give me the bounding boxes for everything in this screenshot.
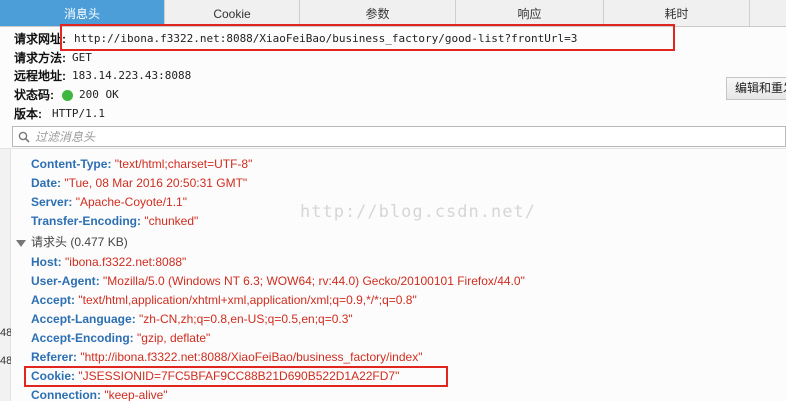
status-label: 状态码: bbox=[14, 88, 54, 102]
request-header-row[interactable]: Accept: "text/html,application/xhtml+xml… bbox=[31, 291, 417, 310]
response-header-row[interactable]: Content-Type: "text/html;charset=UTF-8" bbox=[31, 155, 252, 174]
search-icon bbox=[13, 127, 35, 146]
watermark: http://blog.csdn.net/ bbox=[300, 202, 536, 222]
header-value: "keep-alive" bbox=[104, 388, 168, 401]
header-value: "gzip, deflate" bbox=[137, 331, 211, 345]
header-value: "chunked" bbox=[144, 214, 199, 228]
remote-address-label: 远程地址: bbox=[14, 69, 66, 83]
filter-headers-input[interactable] bbox=[35, 129, 735, 144]
header-value: "zh-CN,zh;q=0.8,en-US;q=0.5,en;q=0.3" bbox=[139, 312, 353, 326]
header-value: "text/html;charset=UTF-8" bbox=[114, 157, 253, 171]
version-row: 版本: HTTP/1.1 bbox=[14, 105, 105, 123]
request-header-row[interactable]: Referer: "http://ibona.f3322.net:8088/Xi… bbox=[31, 348, 422, 367]
request-header-row[interactable]: Connection: "keep-alive" bbox=[31, 386, 168, 401]
left-gutter: 48 48 bbox=[0, 149, 11, 401]
tab-params[interactable]: 参数 bbox=[300, 0, 456, 26]
tab-headers[interactable]: 消息头 bbox=[0, 0, 165, 26]
header-name: Date bbox=[31, 176, 58, 190]
cookie-highlight-box bbox=[24, 366, 448, 387]
header-name: Accept bbox=[31, 293, 72, 307]
filter-headers-box bbox=[12, 126, 786, 147]
tab-cookies[interactable]: Cookie bbox=[165, 0, 300, 26]
response-header-row[interactable]: Date: "Tue, 08 Mar 2016 20:50:31 GMT" bbox=[31, 174, 247, 193]
header-name: Host bbox=[31, 255, 58, 269]
request-header-row[interactable]: Host: "ibona.f3322.net:8088" bbox=[31, 253, 186, 272]
response-header-row[interactable]: Transfer-Encoding: "chunked" bbox=[31, 212, 198, 231]
header-name: Transfer-Encoding bbox=[31, 214, 138, 228]
version-value: HTTP/1.1 bbox=[52, 107, 105, 120]
request-header-row[interactable]: Accept-Language: "zh-CN,zh;q=0.8,en-US;q… bbox=[31, 310, 353, 329]
method-row: 请求方法: GET bbox=[14, 49, 92, 67]
status-row: 状态码: 200 OK bbox=[14, 86, 119, 104]
request-headers-section-label: 请求头 (0.477 KB) bbox=[31, 235, 128, 249]
header-value: "http://ibona.f3322.net:8088/XiaoFeiBao/… bbox=[80, 350, 423, 364]
method-label: 请求方法: bbox=[14, 51, 66, 65]
edit-and-resend-button[interactable]: 编辑和重发 bbox=[726, 77, 786, 100]
headers-pane: 48 48 http://blog.csdn.net/ Content-Type… bbox=[0, 148, 786, 401]
gutter-number: 48 bbox=[0, 355, 11, 367]
header-value: "Mozilla/5.0 (Windows NT 6.3; WOW64; rv:… bbox=[103, 274, 525, 288]
method-value: GET bbox=[72, 51, 92, 64]
header-name: User-Agent bbox=[31, 274, 96, 288]
header-value: "text/html,application/xhtml+xml,applica… bbox=[78, 293, 417, 307]
header-name: Referer bbox=[31, 350, 74, 364]
header-name: Content-Type bbox=[31, 157, 108, 171]
header-name: Accept-Language bbox=[31, 312, 132, 326]
header-value: "Apache-Coyote/1.1" bbox=[75, 195, 187, 209]
header-value: "ibona.f3322.net:8088" bbox=[65, 255, 187, 269]
tab-response[interactable]: 响应 bbox=[456, 0, 604, 26]
response-header-row[interactable]: Server: "Apache-Coyote/1.1" bbox=[31, 193, 187, 212]
header-value: "Tue, 08 Mar 2016 20:50:31 GMT" bbox=[64, 176, 248, 190]
tab-timings[interactable]: 耗时 bbox=[604, 0, 750, 26]
request-url-label: 请求网址: bbox=[14, 32, 66, 46]
remote-address-value: 183.14.223.43:8088 bbox=[72, 69, 192, 82]
remote-address-row: 远程地址: 183.14.223.43:8088 bbox=[14, 67, 191, 85]
request-header-row[interactable]: User-Agent: "Mozilla/5.0 (Windows NT 6.3… bbox=[31, 272, 525, 291]
header-name: Server bbox=[31, 195, 69, 209]
request-headers-section-toggle[interactable]: 请求头 (0.477 KB) bbox=[16, 233, 128, 252]
status-value: 200 OK bbox=[79, 88, 119, 101]
header-name: Accept-Encoding bbox=[31, 331, 130, 345]
gutter-number: 48 bbox=[0, 327, 11, 339]
status-ok-icon bbox=[62, 89, 73, 101]
expand-triangle-icon bbox=[16, 239, 26, 247]
header-name: Connection bbox=[31, 388, 97, 401]
version-label: 版本: bbox=[14, 107, 42, 121]
tab-bar: 消息头 Cookie 参数 响应 耗时 bbox=[0, 0, 786, 27]
request-header-row[interactable]: Accept-Encoding: "gzip, deflate" bbox=[31, 329, 210, 348]
request-url-highlight-box bbox=[60, 24, 675, 51]
